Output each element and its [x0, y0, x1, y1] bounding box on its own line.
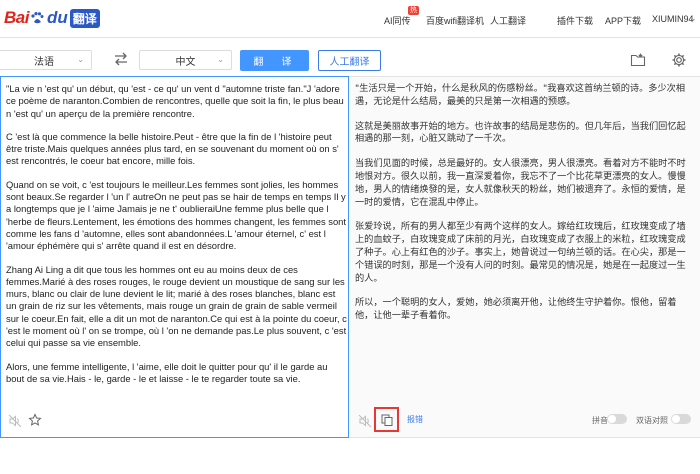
nav-ai-interpret[interactable]: AI同传	[384, 14, 411, 27]
chevron-down-icon: ⌄	[217, 55, 224, 64]
bilingual-toggle[interactable]	[671, 414, 691, 424]
settings-gear-icon[interactable]	[671, 52, 687, 68]
star-favorite-icon[interactable]	[28, 413, 42, 427]
target-language-label: 中文	[175, 56, 196, 68]
translation-result-text: "生活只是一个开始，什么是秋风的伤感粉丝。"我喜欢这首纳兰顿的诗。多少次相遇，无…	[355, 83, 690, 335]
translation-result-panel: "生活只是一个开始，什么是秋风的伤感粉丝。"我喜欢这首纳兰顿的诗。多少次相遇，无…	[349, 76, 700, 438]
copy-button[interactable]	[374, 407, 399, 432]
report-error-link[interactable]: 报错	[407, 414, 423, 425]
target-paragraph: 张爱玲说，所有的男人都至少有两个这样的女人。嫁给红玫瑰后，红玫瑰变成了墙上的血蚊…	[355, 221, 686, 284]
source-language-select[interactable]: 法语 ⌄	[0, 50, 92, 70]
top-nav: Bai du 翻译 AI同传 热 百度wifi翻译机 人工翻译 插件下载 APP…	[0, 0, 700, 38]
toggle-knob	[608, 415, 616, 423]
logo-text-bai: Bai	[4, 8, 29, 27]
target-paragraph: "生活只是一个开始，什么是秋风的伤感粉丝。"我喜欢这首纳兰顿的诗。多少次相遇，无…	[355, 83, 686, 107]
chevron-down-icon: ⌄	[77, 55, 84, 64]
favorite-folder-icon[interactable]	[630, 52, 646, 68]
user-chevron-down-icon[interactable]: ⌄	[689, 13, 697, 24]
source-paragraph: C 'est là que commence la belle histoire…	[6, 130, 339, 167]
hot-badge: 热	[408, 6, 419, 15]
source-speaker-icon[interactable]	[8, 414, 22, 428]
nav-plugin-download[interactable]: 插件下载	[557, 14, 593, 27]
source-text-panel[interactable]: "La vie n 'est qu' un début, qu 'est - c…	[0, 76, 349, 438]
source-textarea[interactable]: "La vie n 'est qu' un début, qu 'est - c…	[6, 83, 348, 396]
source-paragraph: Quand on se voit, c 'est toujours le mei…	[6, 178, 346, 252]
copy-icon	[381, 414, 393, 426]
swap-languages-icon[interactable]	[113, 51, 129, 67]
source-paragraph: "La vie n 'est qu' un début, qu 'est - c…	[6, 83, 344, 119]
toggle-knob	[672, 415, 680, 423]
translate-button[interactable]: 翻 译	[240, 50, 309, 71]
target-paragraph: 这就是美丽故事开始的地方。也许故事的结局是悲伤的。但几年后，当我们回忆起相遇的那…	[355, 120, 686, 145]
human-translation-button[interactable]: 人工翻译	[318, 50, 381, 71]
target-speaker-icon[interactable]	[358, 414, 372, 428]
baidu-paw-icon	[31, 12, 44, 24]
source-language-label: 法语	[34, 56, 54, 68]
logo-text-du: du	[46, 8, 68, 27]
target-paragraph: 当我们见面的时候，总是最好的。女人很漂亮，男人很漂亮。看着对方不能时不时地恨对方…	[355, 158, 686, 208]
target-language-select[interactable]: 中文 ⌄	[139, 50, 232, 70]
nav-wifi-translator[interactable]: 百度wifi翻译机	[426, 14, 484, 27]
pinyin-label: 拼音	[592, 416, 608, 425]
target-paragraph: 所以，一个聪明的女人，爱她，她必须离开他，让他终生守护着你。恨他，留着他，让他一…	[355, 297, 677, 322]
nav-human-translation[interactable]: 人工翻译	[490, 14, 526, 27]
logo-badge: 翻译	[69, 8, 100, 28]
baidu-translate-logo[interactable]: Bai du 翻译	[4, 7, 100, 29]
source-paragraph: Zhang Ai Ling a dit que tous les hommes …	[6, 263, 347, 349]
nav-app-download[interactable]: APP下载	[605, 14, 641, 27]
nav-user-account[interactable]: XIUMIN94	[652, 14, 694, 24]
bottom-area	[0, 438, 700, 474]
source-paragraph: Alors, une femme intelligente, l 'aime, …	[6, 360, 328, 384]
pinyin-toggle[interactable]	[607, 414, 627, 424]
bilingual-label: 双语对照	[636, 416, 668, 425]
